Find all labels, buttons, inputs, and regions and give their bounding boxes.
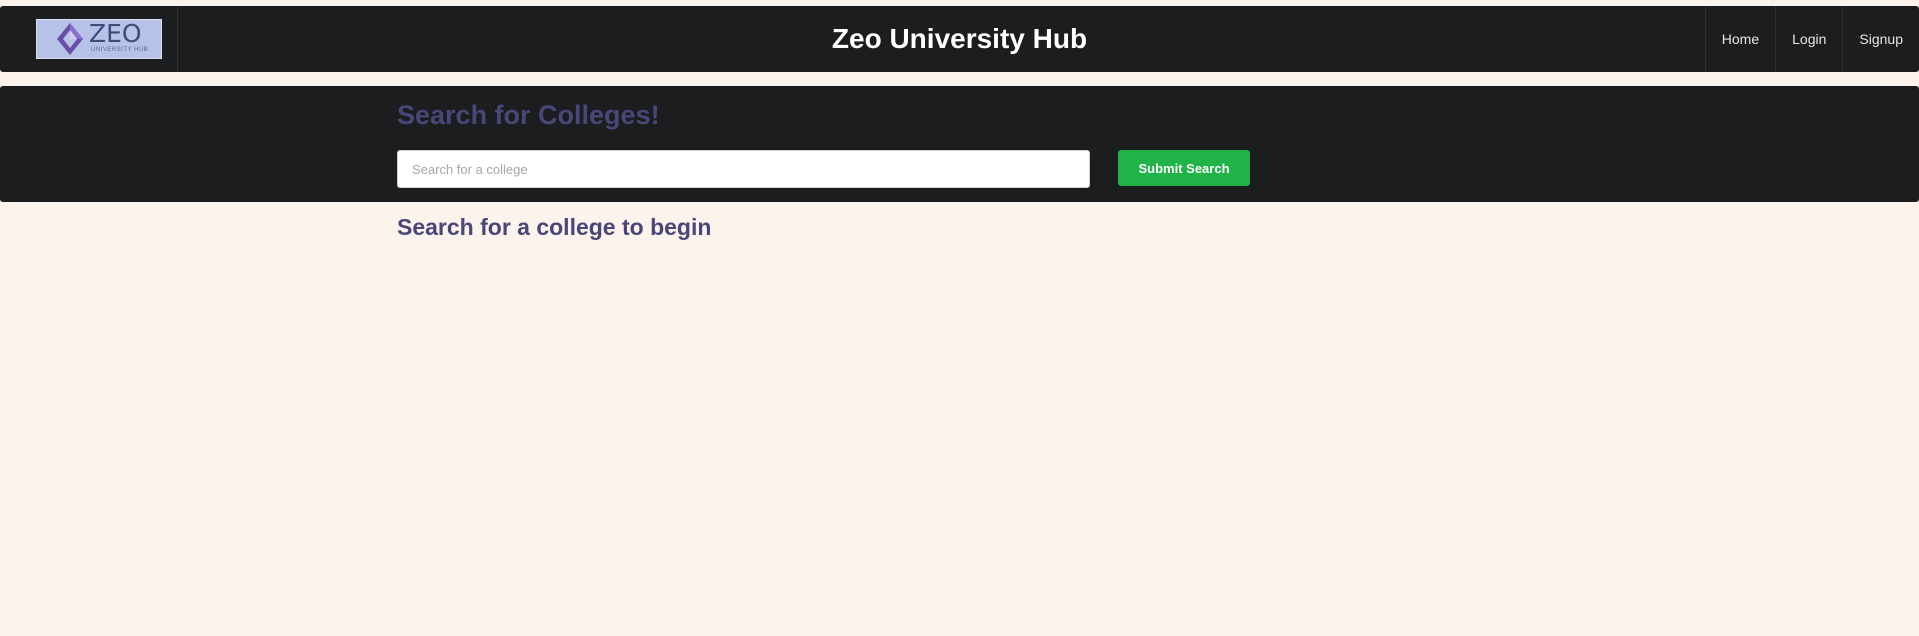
college-search-input[interactable] xyxy=(397,150,1090,188)
site-title: Zeo University Hub xyxy=(831,23,1088,54)
nav-links: Home Login Signup xyxy=(1704,6,1919,72)
nav-login-link[interactable]: Login xyxy=(1775,6,1842,72)
submit-search-button[interactable]: Submit Search xyxy=(1118,150,1250,186)
search-panel: Search for Colleges! Submit Search xyxy=(0,86,1919,202)
nav-signup-link[interactable]: Signup xyxy=(1842,6,1919,72)
results-empty-message: Search for a college to begin xyxy=(397,214,712,240)
top-navbar: ZEO UNIVERSITY HUB Zeo University Hub Ho… xyxy=(0,6,1919,72)
nav-home-link[interactable]: Home xyxy=(1704,6,1775,72)
search-heading: Search for Colleges! xyxy=(397,100,660,130)
